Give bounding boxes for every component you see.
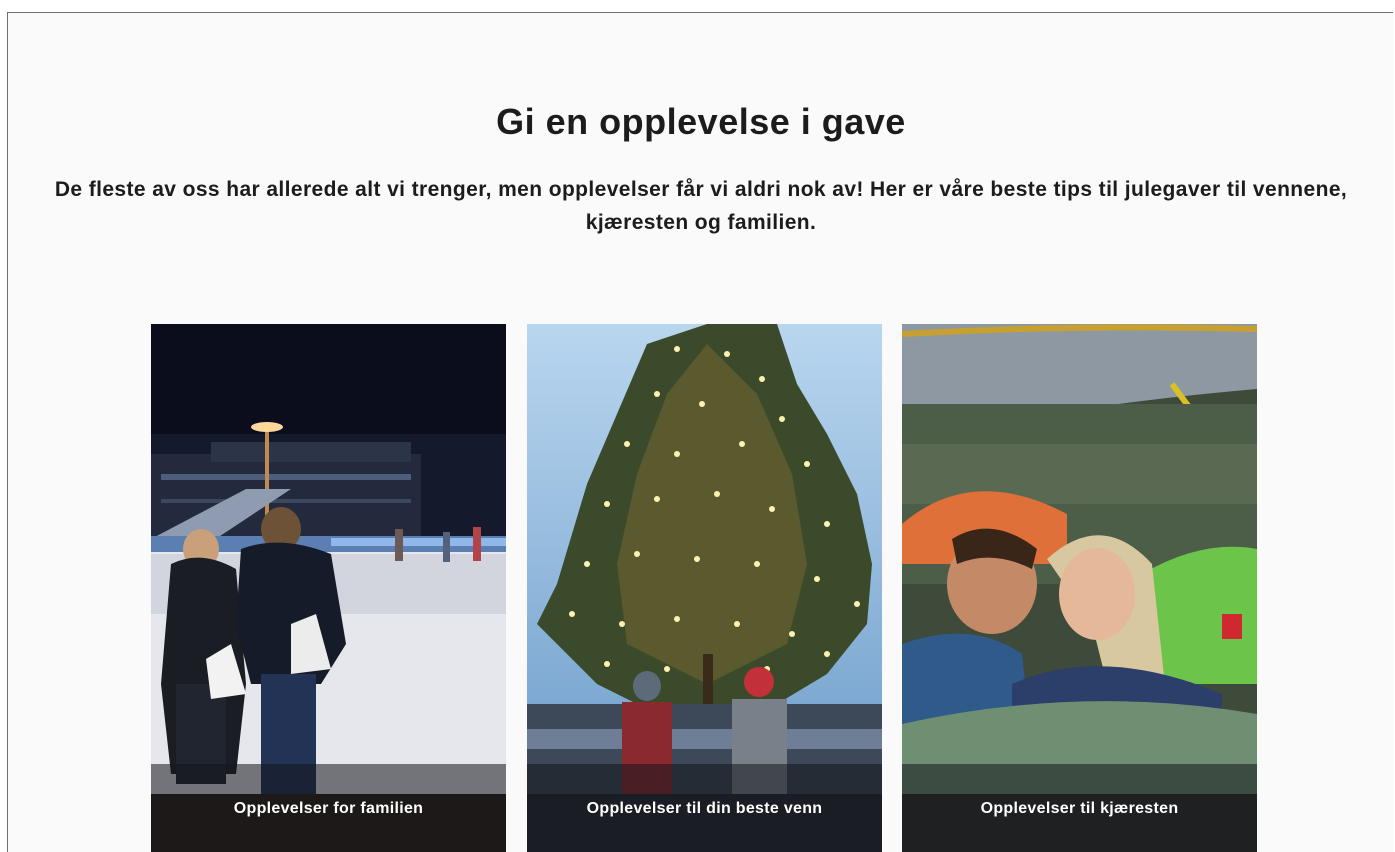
card-best-friend-caption: Opplevelser til din beste venn [527,764,882,852]
page-title: Gi en opplevelse i gave [496,101,906,142]
card-partner-label: Opplevelser til kjæresten [980,800,1179,817]
card-family-caption: Opplevelser for familien [151,764,506,852]
card-partner-caption: Opplevelser til kjæresten [902,764,1257,852]
card-best-friend[interactable]: Opplevelser til din beste venn [527,324,882,852]
card-partner[interactable]: Opplevelser til kjæresten [902,324,1257,852]
card-family[interactable]: Opplevelser for familien [151,324,506,852]
card-best-friend-label: Opplevelser til din beste venn [586,800,823,817]
page-frame: Gi en opplevelse i gave De fleste av oss… [7,12,1393,852]
card-family-label: Opplevelser for familien [233,800,424,817]
page-intro: De fleste av oss har allerede alt vi tre… [54,178,1348,234]
